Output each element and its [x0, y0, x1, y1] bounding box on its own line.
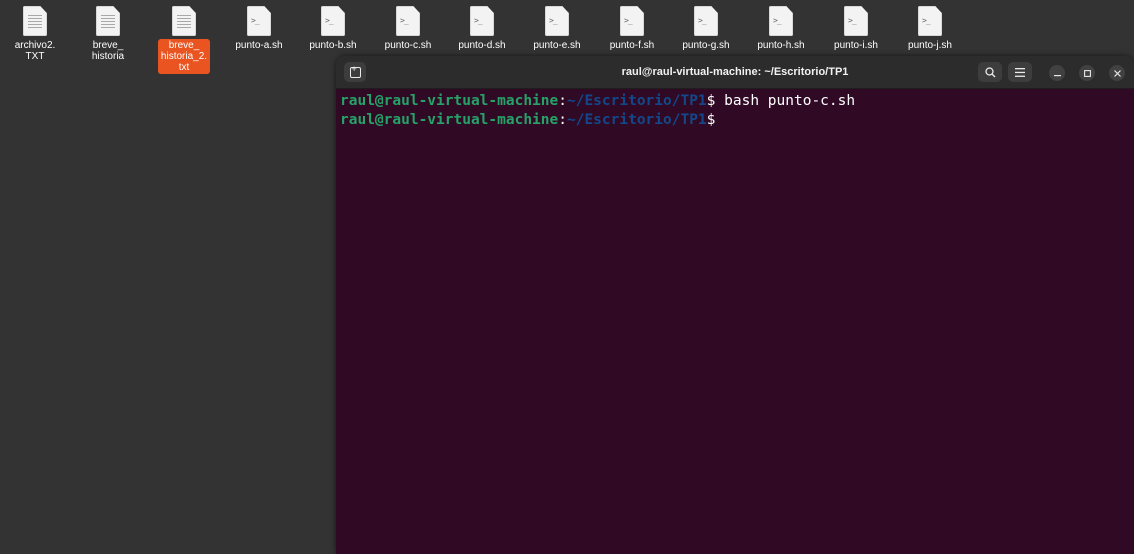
search-button[interactable] — [978, 62, 1002, 82]
maximize-button[interactable] — [1079, 65, 1095, 81]
script-file-icon — [321, 6, 345, 36]
prompt-user: raul@raul-virtual-machine — [340, 112, 559, 128]
script-file-icon — [247, 6, 271, 36]
file-label: punto-h.sh — [757, 40, 805, 51]
file-label: punto-c.sh — [384, 40, 432, 51]
desktop-file-punto-i-sh[interactable]: punto-i.sh — [825, 6, 887, 52]
desktop-file-punto-j-sh[interactable]: punto-j.sh — [899, 6, 961, 52]
new-tab-icon — [349, 64, 361, 78]
terminal-window[interactable]: raul@raul-virtual-machine: ~/Escritorio/… — [336, 56, 1134, 554]
menu-button[interactable] — [1008, 62, 1032, 82]
script-file-icon — [844, 6, 868, 36]
file-label: archivo2. TXT — [14, 40, 56, 62]
desktop-file-breve-historia[interactable]: breve_ historia — [77, 6, 139, 63]
file-label: punto-e.sh — [533, 40, 581, 51]
file-label: punto-f.sh — [609, 40, 655, 51]
minimize-button[interactable] — [1049, 65, 1065, 81]
desktop-file-punto-c-sh[interactable]: punto-c.sh — [377, 6, 439, 52]
file-label: breve_ historia_2. txt — [157, 39, 211, 74]
prompt-user: raul@raul-virtual-machine — [340, 93, 559, 109]
script-file-icon — [769, 6, 793, 36]
search-icon — [984, 66, 995, 77]
file-label: punto-g.sh — [682, 40, 730, 51]
script-file-icon — [694, 6, 718, 36]
file-label: punto-b.sh — [309, 40, 357, 51]
script-file-icon — [396, 6, 420, 36]
script-file-icon — [620, 6, 644, 36]
desktop-file-punto-g-sh[interactable]: punto-g.sh — [675, 6, 737, 52]
desktop-file-punto-h-sh[interactable]: punto-h.sh — [750, 6, 812, 52]
desktop-file-punto-a-sh[interactable]: punto-a.sh — [228, 6, 290, 52]
terminal-line: raul@raul-virtual-machine:~/Escritorio/T… — [340, 92, 1130, 111]
desktop-file-breve-historia-2-txt[interactable]: breve_ historia_2. txt — [153, 6, 215, 74]
prompt-separator: : — [558, 112, 567, 128]
file-label: punto-a.sh — [235, 40, 283, 51]
file-label: punto-d.sh — [458, 40, 506, 51]
file-label: punto-j.sh — [908, 40, 952, 51]
desktop-file-archivo2-txt[interactable]: archivo2. TXT — [4, 6, 66, 63]
text-file-icon — [96, 6, 120, 36]
hamburger-menu-icon — [1015, 67, 1025, 77]
terminal-line: raul@raul-virtual-machine:~/Escritorio/T… — [340, 111, 1130, 130]
desktop-file-punto-b-sh[interactable]: punto-b.sh — [302, 6, 364, 52]
maximize-icon — [1083, 69, 1091, 77]
file-label: punto-i.sh — [834, 40, 878, 51]
prompt-separator: : — [558, 93, 567, 109]
text-file-icon — [23, 6, 47, 36]
prompt-path: ~/Escritorio/TP1 — [566, 93, 707, 109]
script-file-icon — [545, 6, 569, 36]
terminal-output[interactable]: raul@raul-virtual-machine:~/Escritorio/T… — [336, 89, 1134, 554]
new-tab-button[interactable] — [344, 62, 366, 82]
script-file-icon — [918, 6, 942, 36]
command-text: bash punto-c.sh — [724, 93, 856, 109]
file-label: breve_ historia — [91, 40, 125, 62]
terminal-titlebar[interactable]: raul@raul-virtual-machine: ~/Escritorio/… — [336, 56, 1134, 89]
desktop-file-punto-d-sh[interactable]: punto-d.sh — [451, 6, 513, 52]
close-button[interactable] — [1109, 65, 1125, 81]
prompt-symbol: $ — [706, 93, 725, 109]
minimize-icon — [1053, 74, 1061, 76]
prompt-path: ~/Escritorio/TP1 — [566, 112, 707, 128]
prompt-symbol: $ — [706, 112, 716, 128]
desktop: archivo2. TXT breve_ historia breve_ his… — [0, 0, 1134, 554]
desktop-file-punto-e-sh[interactable]: punto-e.sh — [526, 6, 588, 52]
close-icon — [1113, 69, 1121, 77]
script-file-icon — [470, 6, 494, 36]
desktop-file-punto-f-sh[interactable]: punto-f.sh — [601, 6, 663, 52]
text-file-icon — [172, 6, 196, 36]
